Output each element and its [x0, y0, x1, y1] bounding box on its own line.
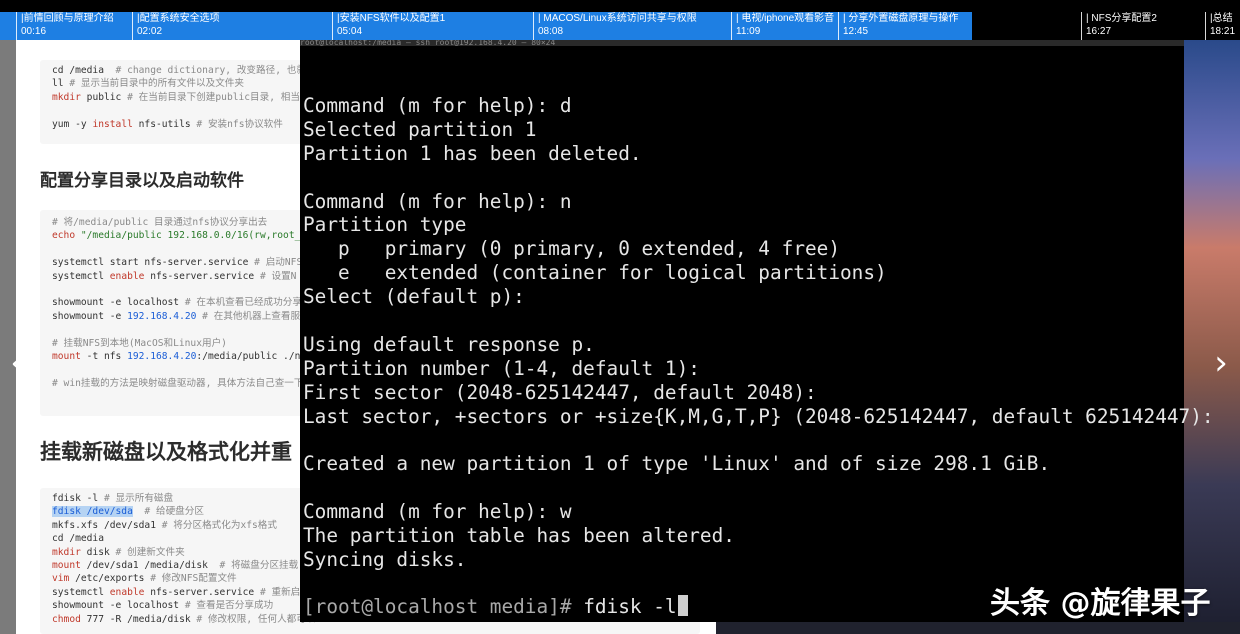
- chapter-title: |前情回顾与原理介绍: [21, 13, 114, 24]
- terminal-title-bar[interactable]: root@localhost:/media — ssh root@192.168…: [300, 40, 1184, 46]
- watermark-logo: 头条 @旋律果子: [990, 586, 1211, 621]
- chapter-time: 11:09: [736, 26, 761, 37]
- chapter-7[interactable]: | NFS分享配置2 16:27: [1081, 12, 1205, 40]
- chapter-3[interactable]: |安装NFS软件以及配置1 05:04: [332, 12, 533, 40]
- chapter-time: 18:21: [1210, 26, 1236, 37]
- chapter-time: 00:16: [21, 26, 47, 37]
- terminal-line: Command (m for help): n: [303, 189, 572, 213]
- terminal-line: e extended (container for logical partit…: [303, 261, 887, 285]
- terminal-line: Created a new partition 1 of type 'Linux…: [303, 452, 1051, 476]
- selected-text: fdisk /dev/sda: [52, 506, 133, 518]
- chapter-title: |配置系统安全选项: [137, 13, 220, 24]
- chapter-1[interactable]: |前情回顾与原理介绍 00:16: [16, 12, 132, 40]
- terminal-line: Command (m for help): w: [303, 500, 572, 524]
- chapter-title: | 分享外置磁盘原理与操作: [843, 13, 959, 24]
- terminal-line: Syncing disks.: [303, 547, 467, 571]
- video-chapter-bar: |前情回顾与原理介绍 00:16 |配置系统安全选项 02:02 |安装NFS软件以…: [0, 0, 1240, 40]
- terminal-line: p primary (0 primary, 0 extended, 4 free…: [303, 237, 841, 261]
- chapter-8[interactable]: |总结 18:21: [1205, 12, 1240, 40]
- section-heading-mount: 挂载新磁盘以及格式化并重: [40, 441, 292, 464]
- chapter-title: | 电视/iphone观看影音: [736, 13, 835, 24]
- chapter-5[interactable]: | 电视/iphone观看影音 11:09: [731, 12, 838, 40]
- terminal-line: Select (default p):: [303, 285, 525, 309]
- chapter-title: | NFS分享配置2: [1086, 13, 1157, 24]
- section-heading-config: 配置分享目录以及启动软件: [40, 171, 244, 190]
- terminal-output: Command (m for help): d Selected partiti…: [303, 94, 1214, 572]
- next-arrow-icon[interactable]: ›: [1208, 340, 1234, 386]
- terminal-line: Selected partition 1: [303, 117, 537, 141]
- document-edge: [0, 40, 16, 634]
- chapter-title: | MACOS/Linux系统访问共享与权限: [538, 13, 697, 24]
- chapter-time: 02:02: [137, 26, 163, 37]
- terminal-cursor: [677, 595, 688, 616]
- chapter-time: 08:08: [538, 26, 564, 37]
- chapter-2[interactable]: |配置系统安全选项 02:02: [132, 12, 332, 40]
- terminal-line: First sector (2048-625142447, default 20…: [303, 380, 817, 404]
- chapter-6[interactable]: | 分享外置磁盘原理与操作 12:45: [838, 12, 1081, 40]
- chapter-title: |安装NFS软件以及配置1: [337, 13, 446, 24]
- terminal-line: Last sector, +sectors or +size{K,M,G,T,P…: [303, 404, 1214, 428]
- terminal-line: Command (m for help): d: [303, 94, 572, 117]
- terminal-prompt: [root@localhost media]#: [303, 595, 584, 618]
- terminal-line: Partition type: [303, 213, 467, 237]
- terminal-line: Partition number (1-4, default 1):: [303, 356, 700, 380]
- chapter-4[interactable]: | MACOS/Linux系统访问共享与权限 08:08: [533, 12, 731, 40]
- chapter-title: |总结: [1210, 13, 1233, 24]
- chapter-time: 12:45: [843, 26, 869, 37]
- terminal-prompt-line[interactable]: [root@localhost media]# fdisk -l: [303, 594, 688, 620]
- terminal-line: Using default response p.: [303, 332, 595, 356]
- terminal-line: Partition 1 has been deleted.: [303, 141, 642, 165]
- chapter-time: 16:27: [1086, 26, 1112, 37]
- terminal-line: The partition table has been altered.: [303, 524, 735, 548]
- prev-arrow-icon[interactable]: ‹: [4, 340, 30, 386]
- chapter-time: 05:04: [337, 26, 363, 37]
- terminal-command-input[interactable]: fdisk -l: [583, 595, 676, 618]
- desktop-wallpaper-bottom: [690, 622, 1240, 634]
